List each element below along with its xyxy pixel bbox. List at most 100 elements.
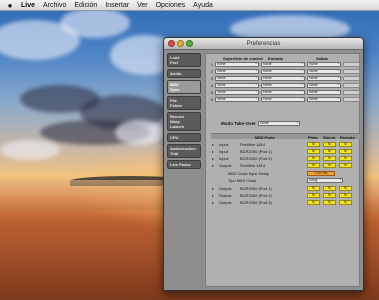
sync-toggle[interactable]: Sí xyxy=(323,200,336,205)
expand-arrow-icon[interactable]: ▸ xyxy=(212,163,214,168)
menu-ayuda[interactable]: Ayuda xyxy=(193,2,213,9)
track-toggle[interactable]: Sí xyxy=(307,193,320,198)
surface-select[interactable]: None xyxy=(215,76,259,81)
input-select[interactable]: None xyxy=(261,62,305,67)
expand-arrow-icon[interactable]: ▸ xyxy=(212,193,214,198)
apple-icon[interactable]: ● xyxy=(5,1,15,10)
sidebar-tab[interactable]: Audio xyxy=(167,69,201,78)
menu-live[interactable]: Live xyxy=(21,2,35,9)
remote-header: Remoto xyxy=(340,135,355,140)
dump-button[interactable] xyxy=(343,83,360,88)
sync-toggle[interactable]: Sí xyxy=(323,193,336,198)
sync-toggle[interactable]: Sí xyxy=(323,142,336,147)
menu-archivo[interactable]: Archivo xyxy=(43,2,66,9)
remote-toggle[interactable]: Sí xyxy=(339,142,352,147)
track-toggle[interactable]: Sí xyxy=(307,142,320,147)
port-device: BCR2000 (Port 2) xyxy=(240,193,272,198)
output-select[interactable]: None xyxy=(307,76,341,81)
sidebar-tab[interactable]: File Folder xyxy=(167,96,201,110)
surface-header: Superficie de control xyxy=(223,56,263,61)
remote-toggle[interactable]: Sí xyxy=(339,186,352,191)
takeover-label: Modo Take-Over xyxy=(221,121,256,126)
dump-button[interactable] xyxy=(343,69,360,74)
port-device: BCR2000 (Port 1) xyxy=(240,186,272,191)
clock-delay-label: MIDI Clock Sync Delay xyxy=(228,171,269,176)
remote-toggle[interactable]: Sí xyxy=(339,149,352,154)
midi-port-row: ▸ Output: BCR2000 (Port 3) Sí Sí Sí xyxy=(206,200,361,206)
expand-arrow-icon[interactable]: ▸ xyxy=(212,200,214,205)
sidebar-tab[interactable]: MIDI Sync xyxy=(167,80,201,94)
cloud xyxy=(0,140,60,160)
midi-port-row: ▸ Input: BCR2000 (Port 2) Sí Sí Sí xyxy=(206,156,361,162)
midi-ports-label: MIDI Ports xyxy=(255,135,275,140)
menu-ver[interactable]: Ver xyxy=(137,2,148,9)
minimize-icon[interactable] xyxy=(177,40,184,47)
window-body: Look Feel Audio MIDI Sync File Folder Record… xyxy=(164,50,363,290)
sidebar-tab[interactable]: Look Feel xyxy=(167,53,201,67)
surface-select[interactable]: None xyxy=(215,62,259,67)
expand-arrow-icon[interactable]: ▸ xyxy=(212,142,214,147)
window-titlebar[interactable]: Preferencias xyxy=(164,38,363,50)
track-toggle[interactable]: Sí xyxy=(307,156,320,161)
surface-row-number: 4 xyxy=(210,83,213,88)
surface-select[interactable]: None xyxy=(215,83,259,88)
track-toggle[interactable]: Sí xyxy=(307,200,320,205)
zoom-icon[interactable] xyxy=(186,40,193,47)
dump-button[interactable] xyxy=(343,97,360,102)
port-direction: Output: xyxy=(219,163,233,168)
cloud xyxy=(60,8,130,38)
sidebar-tab[interactable]: Live Packs xyxy=(167,160,201,169)
sync-toggle[interactable]: Sí xyxy=(323,163,336,168)
expand-arrow-icon[interactable]: ▸ xyxy=(212,186,214,191)
output-select[interactable]: None xyxy=(307,62,341,67)
input-select[interactable]: None xyxy=(261,97,305,102)
expand-arrow-icon[interactable]: ▸ xyxy=(212,149,214,154)
input-select[interactable]: None xyxy=(261,90,305,95)
surface-select[interactable]: None xyxy=(215,69,259,74)
input-select[interactable]: None xyxy=(261,83,305,88)
remote-toggle[interactable]: Sí xyxy=(339,163,352,168)
remote-toggle[interactable]: Sí xyxy=(339,200,352,205)
track-toggle[interactable]: Sí xyxy=(307,186,320,191)
dump-button[interactable] xyxy=(343,62,360,67)
track-toggle[interactable]: Sí xyxy=(307,149,320,154)
output-select[interactable]: None xyxy=(307,83,341,88)
input-select[interactable]: None xyxy=(261,76,305,81)
sidebar-tab[interactable]: Record Warp Launch xyxy=(167,112,201,131)
sync-toggle[interactable]: Sí xyxy=(323,186,336,191)
sidebar-tab[interactable]: CPU xyxy=(167,133,201,142)
dump-button[interactable] xyxy=(343,90,360,95)
menu-opciones[interactable]: Opciones xyxy=(156,2,186,9)
port-device: BCR2000 (Port 1) xyxy=(240,149,272,154)
expand-arrow-icon[interactable]: ▸ xyxy=(212,156,214,161)
port-direction: Output: xyxy=(219,200,233,205)
menu-edicion[interactable]: Edición xyxy=(74,2,97,9)
sidebar-tab[interactable]: Authorization Trial xyxy=(167,144,201,158)
menu-insertar[interactable]: Insertar xyxy=(105,2,129,9)
port-direction: Input: xyxy=(219,149,230,154)
port-direction: Output: xyxy=(219,193,233,198)
clock-type-select[interactable]: Song xyxy=(307,178,343,183)
port-direction: Input: xyxy=(219,156,230,161)
midi-port-row: ▸ Output: FireWire 1814 Sí Sí Sí xyxy=(206,163,361,169)
input-select[interactable]: None xyxy=(261,69,305,74)
takeover-select[interactable]: None xyxy=(258,121,300,126)
clock-delay-field[interactable]: 0.00 ms xyxy=(307,171,335,176)
dump-button[interactable] xyxy=(343,76,360,81)
output-select[interactable]: None xyxy=(307,69,341,74)
sync-toggle[interactable]: Sí xyxy=(323,149,336,154)
menubar: ● Live Archivo Edición Insertar Ver Opci… xyxy=(0,0,379,11)
sync-toggle[interactable]: Sí xyxy=(323,156,336,161)
remote-toggle[interactable]: Sí xyxy=(339,193,352,198)
surface-row-number: 5 xyxy=(210,90,213,95)
output-select[interactable]: None xyxy=(307,90,341,95)
track-toggle[interactable]: Sí xyxy=(307,163,320,168)
surface-select[interactable]: None xyxy=(215,97,259,102)
output-select[interactable]: None xyxy=(307,97,341,102)
close-icon[interactable] xyxy=(168,40,175,47)
surface-select[interactable]: None xyxy=(215,90,259,95)
surface-row-number: 1 xyxy=(210,62,213,67)
midi-port-row: ▸ Output: BCR2000 (Port 2) Sí Sí Sí xyxy=(206,193,361,199)
remote-toggle[interactable]: Sí xyxy=(339,156,352,161)
surface-row-number: 3 xyxy=(210,76,213,81)
